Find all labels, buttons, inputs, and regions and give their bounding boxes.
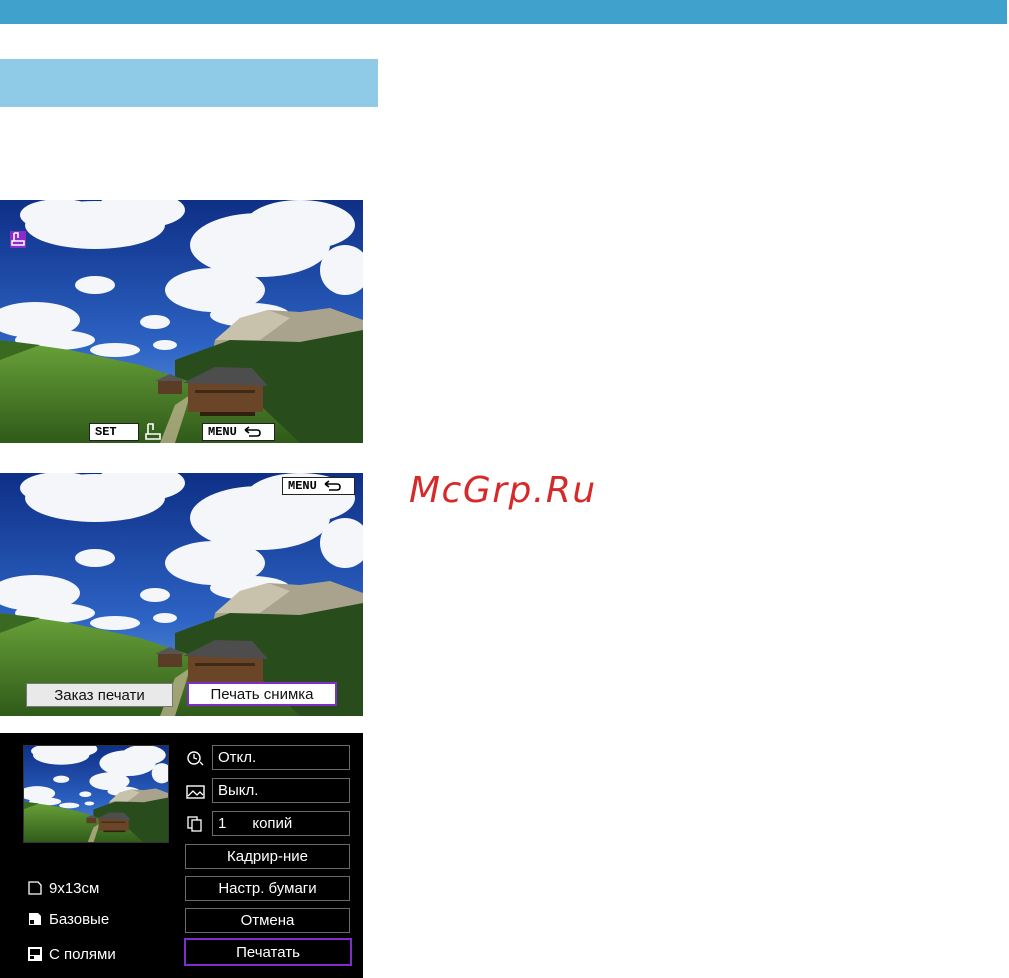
return-arrow-icon [242,426,262,438]
print-order-button[interactable]: Заказ печати [26,683,173,707]
crop-button[interactable]: Кадрир-ние [185,844,350,869]
return-arrow-icon [322,480,342,492]
paper-size-icon [27,880,43,896]
paper-settings-button[interactable]: Настр. бумаги [185,876,350,901]
section-header-block [0,59,378,107]
print-photo-button[interactable]: Печать снимка [187,682,337,706]
menu-back-button[interactable]: MENU [202,423,275,441]
top-bar [0,0,1009,24]
layout-info: С полями [27,944,116,964]
copies-field[interactable]: 1 копий [212,811,350,836]
menu-back-button[interactable]: MENU [282,477,355,495]
image-effect-icon [186,783,206,801]
print-order-icon [10,231,26,248]
print-button[interactable]: Печатать [184,938,352,966]
paper-type-icon [27,911,43,927]
print-icon [143,422,163,446]
photo-preview-1 [0,200,363,443]
copies-icon [186,815,206,833]
paper-type-info: Базовые [27,909,109,929]
set-button[interactable]: SET [89,423,139,441]
layout-icon [27,946,43,962]
paper-size-info: 9x13см [27,878,99,898]
date-icon [186,750,206,768]
watermark-text: McGrp.Ru [409,470,597,511]
date-print-field[interactable]: Откл. [212,745,350,770]
photo-preview-2 [0,473,363,716]
image-effect-field[interactable]: Выкл. [212,778,350,803]
cancel-button[interactable]: Отмена [185,908,350,933]
